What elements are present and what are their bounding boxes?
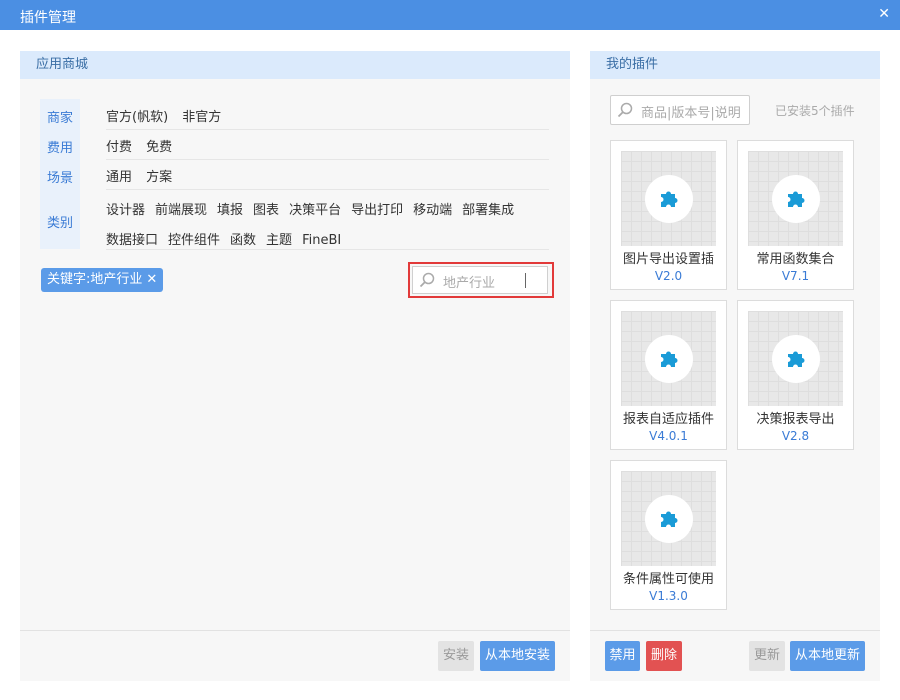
plugin-thumbnail [621,151,716,246]
store-panel-title: 应用商城 [20,51,570,79]
plugin-card[interactable]: 图片导出设置插 V2.0 [610,140,727,290]
filter-option[interactable]: 设计器 [106,196,145,226]
close-icon[interactable]: ✕ [878,6,890,22]
puzzle-icon [772,175,820,223]
chip-remove-icon[interactable]: ✕ [146,272,157,287]
filter-option[interactable]: 填报 [217,196,243,226]
filter-option[interactable]: 通用 [106,166,132,185]
filter-tab-column: 商家 费用 场景 类别 [40,99,80,249]
filter-option[interactable]: 官方(帆软) [106,106,168,125]
filter-option[interactable]: 数据接口 [106,226,158,256]
search-icon [617,102,633,122]
plugin-name: 决策报表导出 [756,412,835,427]
installed-count: 已安装5个插件 [775,104,855,118]
install-button[interactable]: 安装 [438,641,474,671]
filter-option[interactable]: 图表 [253,196,279,226]
filter-row-price: 付费 免费 [106,136,549,160]
delete-button[interactable]: 删除 [646,641,682,671]
my-plugins-panel: 我的插件 商品|版本号|说明 已安装5个插件 图片导出设置插 V2.0 常用函数… [590,51,880,681]
keyword-chip-label: 关键字:地产行业 [47,272,143,287]
filter-row-vendor: 官方(帆软) 非官方 [106,106,549,130]
plugin-thumbnail [748,311,843,406]
plugin-search-placeholder: 商品|版本号|说明 [641,106,741,121]
filter-row-category: 设计器 前端展现 填报 图表 决策平台 导出打印 移动端 部署集成 数据接口 控件组件 函数 主题 Fi… [106,196,549,250]
plugin-name: 图片导出设置插 [622,252,714,267]
update-local-button[interactable]: 从本地更新 [790,641,865,671]
puzzle-icon [645,175,693,223]
filter-option[interactable]: 方案 [146,166,172,185]
filter-tab-category[interactable]: 类别 [40,212,80,231]
plugin-thumbnail [621,471,716,566]
store-panel: 应用商城 商家 费用 场景 类别 官方(帆软) 非官方 付费 免费 通用 方案 … [20,51,570,681]
filter-option[interactable]: 函数 [230,226,256,256]
my-plugins-title: 我的插件 [590,51,880,79]
filter-option[interactable]: 免费 [146,136,172,155]
my-plugins-footer: 禁用 删除 更新 从本地更新 [590,630,880,681]
keyword-chip: 关键字:地产行业 ✕ [41,268,164,292]
plugin-version: V4.0.1 [649,429,688,443]
plugin-card[interactable]: 条件属性可使用 V1.3.0 [610,460,727,610]
filter-option[interactable]: 前端展现 [155,196,207,226]
filter-option[interactable]: 导出打印 [351,196,403,226]
puzzle-icon [772,335,820,383]
puzzle-icon [645,495,693,543]
filter-option[interactable]: 部署集成 [462,196,514,226]
plugin-version: V1.3.0 [649,589,688,603]
plugin-version: V2.0 [654,269,683,283]
filter-option[interactable]: 移动端 [413,196,452,226]
window-title: 插件管理 [20,10,76,26]
filter-row-scene: 通用 方案 [106,166,549,190]
filter-tab-scene[interactable]: 场景 [40,167,80,186]
puzzle-icon [645,335,693,383]
install-local-button[interactable]: 从本地安装 [480,641,555,671]
filter-tab-price[interactable]: 费用 [40,137,80,156]
plugin-search-input[interactable]: 商品|版本号|说明 [610,95,750,125]
plugin-thumbnail [748,151,843,246]
filter-tab-vendor[interactable]: 商家 [40,107,80,126]
plugin-card[interactable]: 报表自适应插件 V4.0.1 [610,300,727,450]
plugin-name: 条件属性可使用 [622,572,714,587]
window-titlebar: 插件管理 ✕ [0,0,900,30]
store-footer: 安装 从本地安装 [20,630,570,681]
disable-button[interactable]: 禁用 [605,641,640,671]
plugin-name: 常用函数集合 [756,252,835,267]
filter-option[interactable]: FineBI [302,226,341,256]
filter-option[interactable]: 控件组件 [168,226,220,256]
filter-option[interactable]: 付费 [106,136,132,155]
plugin-card[interactable]: 常用函数集合 V7.1 [737,140,854,290]
filter-option[interactable]: 决策平台 [289,196,341,226]
search-highlight-box [408,262,554,298]
update-button[interactable]: 更新 [749,641,785,671]
filter-option[interactable]: 非官方 [182,106,221,125]
plugin-version: V7.1 [781,269,810,283]
plugin-thumbnail [621,311,716,406]
plugin-version: V2.8 [781,429,810,443]
plugin-card[interactable]: 决策报表导出 V2.8 [737,300,854,450]
filter-option[interactable]: 主题 [266,226,292,256]
plugin-name: 报表自适应插件 [622,412,714,427]
